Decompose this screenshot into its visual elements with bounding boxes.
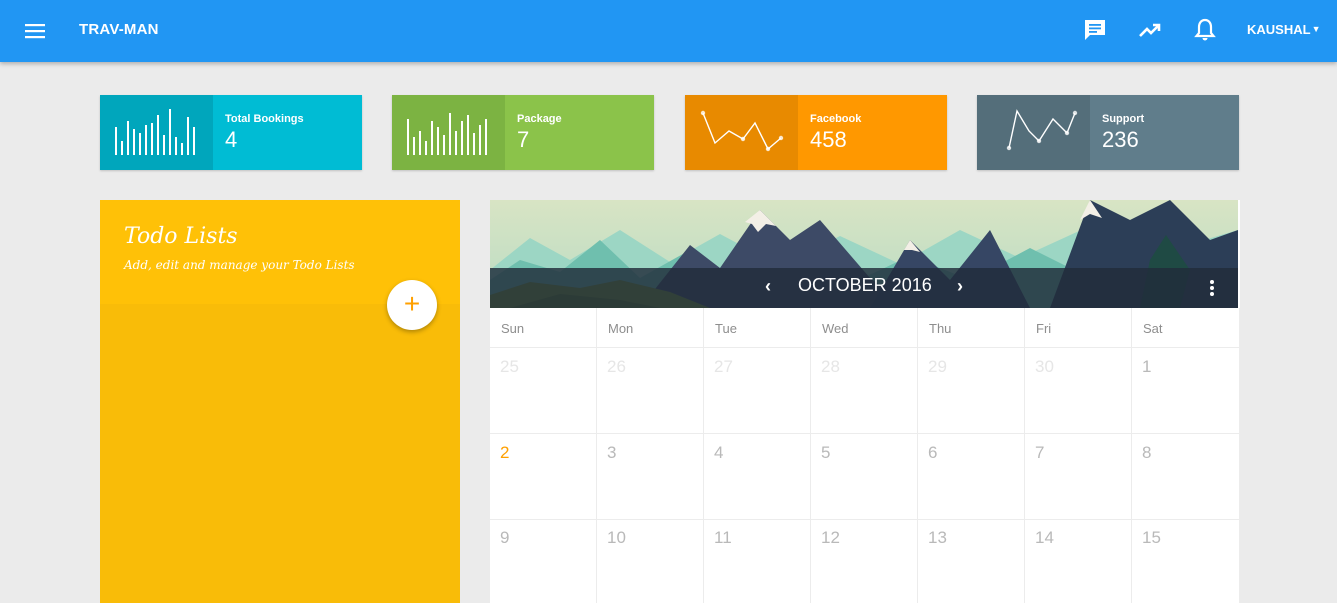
user-menu[interactable]: KAUSHAL▼ (1247, 22, 1320, 37)
calendar-day[interactable]: 8 (1132, 434, 1240, 520)
chevron-right-icon[interactable]: › (952, 276, 968, 298)
weekday-header: Sat (1132, 308, 1240, 348)
line-sparkline-icon (977, 95, 1090, 170)
user-name: KAUSHAL (1247, 22, 1311, 37)
calendar-day[interactable]: 9 (490, 519, 597, 603)
calendar-day[interactable]: 27 (704, 348, 811, 434)
more-vert-icon[interactable] (1204, 276, 1220, 300)
calendar-day[interactable]: 25 (490, 348, 597, 434)
top-app-bar: TRAV-MAN KAUSHAL▼ (0, 0, 1337, 62)
calendar-card: ‹ OCTOBER 2016 › Sun Mon Tue Wed Thu Fri Sat 25… (490, 200, 1240, 603)
calendar-day[interactable]: 30 (1025, 348, 1132, 434)
add-todo-button[interactable]: + (387, 280, 437, 330)
stat-card-total-bookings[interactable]: Total Bookings 4 (100, 95, 362, 170)
stat-label: Total Bookings (225, 113, 304, 125)
calendar-day[interactable]: 28 (811, 348, 918, 434)
weekday-header: Tue (704, 308, 811, 348)
stat-value: 7 (517, 127, 530, 152)
stat-value: 4 (225, 127, 238, 152)
weekday-header: Mon (597, 308, 704, 348)
calendar-month-label: OCTOBER 2016 (798, 275, 932, 295)
line-sparkline-icon (685, 95, 798, 170)
bar-sparkline-icon (100, 95, 213, 170)
calendar-day[interactable]: 14 (1025, 519, 1132, 603)
stat-value: 458 (810, 127, 847, 152)
stat-card-package[interactable]: Package 7 (392, 95, 654, 170)
calendar-day[interactable]: 12 (811, 519, 918, 603)
stat-label: Support (1102, 113, 1145, 125)
chat-icon[interactable] (1082, 17, 1108, 43)
calendar-day[interactable]: 13 (918, 519, 1025, 603)
calendar-day[interactable]: 1 (1132, 348, 1240, 434)
calendar-day[interactable]: 7 (1025, 434, 1132, 520)
stat-value: 236 (1102, 127, 1139, 152)
weekday-header: Fri (1025, 308, 1132, 348)
calendar-day[interactable]: 4 (704, 434, 811, 520)
menu-icon[interactable] (24, 20, 46, 42)
calendar-day[interactable]: 26 (597, 348, 704, 434)
caret-down-icon: ▼ (1311, 24, 1321, 34)
calendar-day-today[interactable]: 2 (490, 434, 597, 520)
stat-card-facebook[interactable]: Facebook 458 (685, 95, 947, 170)
todo-subtitle: Add, edit and manage your Todo Lists (124, 258, 355, 272)
stat-label: Facebook (810, 113, 862, 125)
weekday-header: Thu (918, 308, 1025, 348)
chevron-left-icon[interactable]: ‹ (760, 276, 776, 298)
todo-card: Todo Lists Add, edit and manage your Tod… (100, 200, 460, 603)
weekday-header: Wed (811, 308, 918, 348)
stat-label: Package (517, 113, 562, 125)
calendar-day[interactable]: 11 (704, 519, 811, 603)
calendar-day[interactable]: 3 (597, 434, 704, 520)
weekday-header: Sun (490, 308, 597, 348)
calendar-day[interactable]: 5 (811, 434, 918, 520)
calendar-day[interactable]: 6 (918, 434, 1025, 520)
stat-card-support[interactable]: Support 236 (977, 95, 1239, 170)
trending-up-icon[interactable] (1137, 17, 1163, 43)
bar-sparkline-icon (392, 95, 505, 170)
calendar-day[interactable]: 15 (1132, 519, 1240, 603)
brand-title[interactable]: TRAV-MAN (79, 21, 159, 38)
calendar-toolbar: ‹ OCTOBER 2016 › (490, 268, 1238, 308)
todo-title: Todo Lists (124, 224, 238, 249)
bell-icon[interactable] (1192, 17, 1218, 43)
calendar-day[interactable]: 29 (918, 348, 1025, 434)
calendar-day[interactable]: 10 (597, 519, 704, 603)
